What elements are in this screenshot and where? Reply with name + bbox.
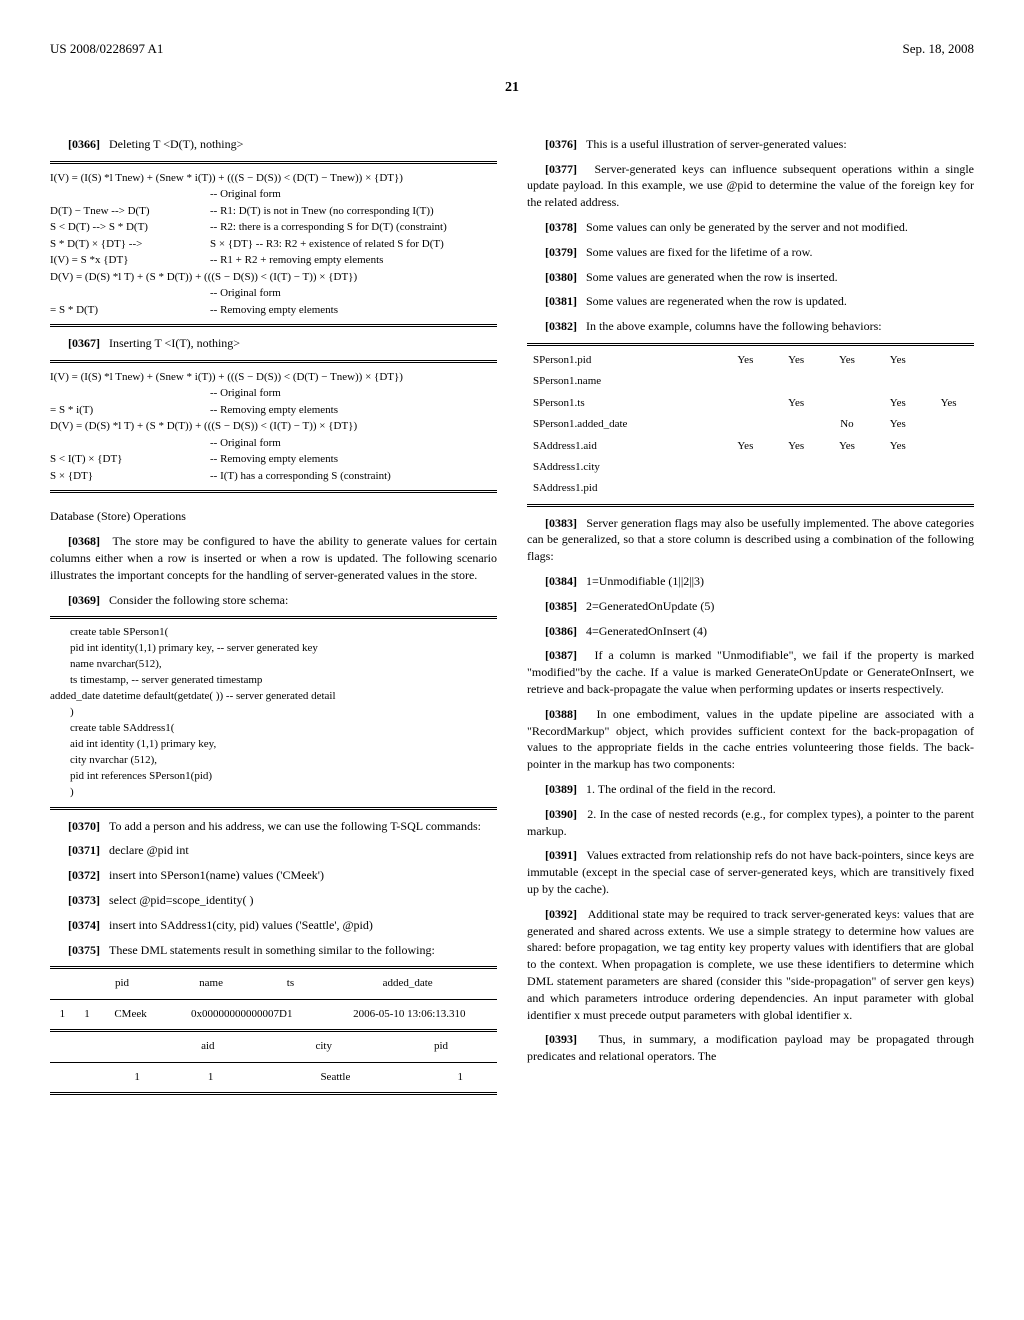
para-0373: [0373] select @pid=scope_identity( ) xyxy=(50,892,497,909)
para-0383: [0383] Server generation flags may also … xyxy=(527,515,974,565)
table-row: SAddress1.aidYesYesYesYes xyxy=(527,436,974,457)
para-0372: [0372] insert into SPerson1(name) values… xyxy=(50,867,497,884)
table-person: pid name ts added_date xyxy=(50,973,497,994)
para-0392: [0392] Additional state may be required … xyxy=(527,906,974,1024)
doc-date: Sep. 18, 2008 xyxy=(903,40,975,58)
section-db-ops: Database (Store) Operations xyxy=(50,508,497,525)
table-address: aid city pid xyxy=(50,1036,497,1057)
para-0369: [0369] Consider the following store sche… xyxy=(50,592,497,609)
table-row: SPerson1.name xyxy=(527,371,974,392)
para-0371: [0371] declare @pid int xyxy=(50,842,497,859)
para-0380: [0380] Some values are generated when th… xyxy=(527,269,974,286)
para-0377: [0377] Server-generated keys can influen… xyxy=(527,161,974,211)
doc-id: US 2008/0228697 A1 xyxy=(50,40,163,58)
para-0375: [0375] These DML statements result in so… xyxy=(50,942,497,959)
table-row: SAddress1.city xyxy=(527,457,974,478)
para-0384: [0384] 1=Unmodifiable (1||2||3) xyxy=(527,573,974,590)
table-row: SPerson1.added_dateNoYes xyxy=(527,414,974,435)
para-0367: [0367] Inserting T <I(T), nothing> xyxy=(50,335,497,352)
formula-delete: I(V) = (I(S) *l Tnew) + (Snew * i(T)) + … xyxy=(50,170,497,319)
formula-insert: I(V) = (I(S) *l Tnew) + (Snew * i(T)) + … xyxy=(50,369,497,485)
para-0389: [0389] 1. The ordinal of the field in th… xyxy=(527,781,974,798)
table-address-row: 1 1 Seattle 1 xyxy=(50,1067,497,1088)
para-0387: [0387] If a column is marked "Unmodifiab… xyxy=(527,647,974,697)
para-0386: [0386] 4=GeneratedOnInsert (4) xyxy=(527,623,974,640)
para-0382: [0382] In the above example, columns hav… xyxy=(527,318,974,335)
para-0388: [0388] In one embodiment, values in the … xyxy=(527,706,974,773)
para-0390: [0390] 2. In the case of nested records … xyxy=(527,806,974,840)
table-behaviors: SPerson1.pidYesYesYesYes SPerson1.name S… xyxy=(527,350,974,500)
para-0381: [0381] Some values are regenerated when … xyxy=(527,293,974,310)
table-person-row: 1 1 CMeek 0x00000000000007D1 2006-05-10 … xyxy=(50,1004,497,1025)
para-0391: [0391] Values extracted from relationshi… xyxy=(527,847,974,897)
para-0366: [0366] Deleting T <D(T), nothing> xyxy=(50,136,497,153)
table-row: SPerson1.pidYesYesYesYes xyxy=(527,350,974,371)
table-row: SAddress1.pid xyxy=(527,478,974,499)
table-row: SPerson1.tsYesYesYes xyxy=(527,393,974,414)
code-schema: create table SPerson1( pid int identity(… xyxy=(70,625,497,800)
para-0379: [0379] Some values are fixed for the lif… xyxy=(527,244,974,261)
para-0376: [0376] This is a useful illustration of … xyxy=(527,136,974,153)
para-0378: [0378] Some values can only be generated… xyxy=(527,219,974,236)
para-0374: [0374] insert into SAddress1(city, pid) … xyxy=(50,917,497,934)
para-0385: [0385] 2=GeneratedOnUpdate (5) xyxy=(527,598,974,615)
para-0370: [0370] To add a person and his address, … xyxy=(50,818,497,835)
page-number: 21 xyxy=(50,78,974,98)
para-0393: [0393] Thus, in summary, a modification … xyxy=(527,1031,974,1065)
para-0368: [0368] The store may be configured to ha… xyxy=(50,533,497,583)
